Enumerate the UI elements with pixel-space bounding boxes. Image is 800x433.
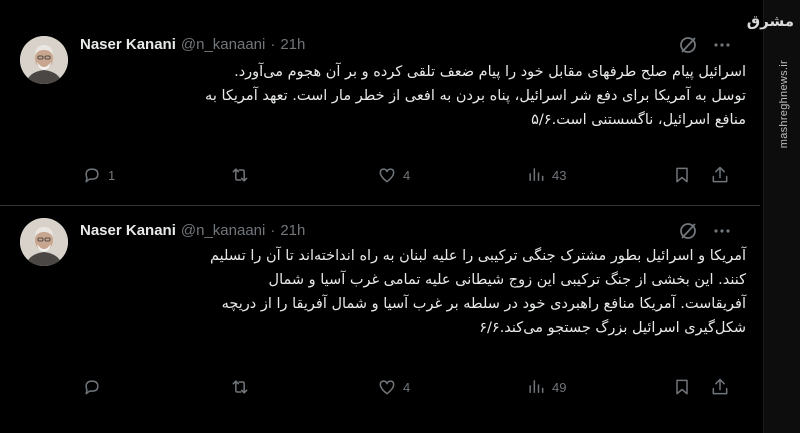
more-icon[interactable] bbox=[712, 35, 732, 59]
share-icon bbox=[712, 166, 728, 183]
tweet-line: کنند. این بخشی از جنگ ترکیبی این زوج شیط… bbox=[268, 272, 746, 288]
tweet-line: شکل‌گیری اسرائیل بزرگ جستجو می‌کند.۶/۶ bbox=[479, 320, 746, 336]
header-icons bbox=[678, 35, 732, 59]
bookmark-icon bbox=[676, 167, 688, 183]
author-name[interactable]: Naser Kanani bbox=[80, 36, 176, 53]
header-icons bbox=[678, 221, 732, 245]
separator: · bbox=[270, 221, 276, 239]
heart-icon bbox=[379, 168, 395, 183]
tweet-text: اسرائیل پیام صلح طرفهای مقابل خود را پیا… bbox=[80, 60, 746, 132]
watermark-logo: مشرق bbox=[746, 12, 794, 30]
watermark-url: mashreghnews.ir bbox=[778, 60, 790, 149]
views-icon bbox=[529, 168, 544, 181]
like-button[interactable]: 4 bbox=[377, 165, 410, 185]
separator: · bbox=[270, 35, 276, 53]
watermark-strip: مشرق mashreghnews.ir bbox=[746, 0, 800, 433]
tweet-line: آفریقاست. آمریکا منافع راهبردی خود در سل… bbox=[221, 296, 746, 312]
tweet-header: Naser Kanani @n_kanaani · 21h bbox=[80, 220, 305, 240]
tweet-time[interactable]: 21h bbox=[280, 36, 305, 53]
tweet-line: اسرائیل پیام صلح طرفهای مقابل خود را پیا… bbox=[234, 64, 746, 80]
share-icon bbox=[712, 378, 728, 395]
tweet[interactable]: Naser Kanani @n_kanaani · 21h آمریکا و ا… bbox=[0, 206, 760, 433]
share-button[interactable] bbox=[710, 165, 730, 185]
author-handle[interactable]: @n_kanaani bbox=[181, 36, 265, 53]
bookmark-button[interactable] bbox=[672, 377, 692, 397]
share-button[interactable] bbox=[710, 377, 730, 397]
like-count: 4 bbox=[403, 379, 411, 395]
tweet-line: آمریکا و اسرائیل بطور مشترک جنگی ترکیبی … bbox=[209, 248, 746, 264]
author-name[interactable]: Naser Kanani bbox=[80, 222, 176, 239]
author-handle[interactable]: @n_kanaani bbox=[181, 222, 265, 239]
bookmark-icon bbox=[676, 379, 688, 395]
heart-icon bbox=[379, 380, 395, 395]
reply-icon bbox=[85, 380, 99, 395]
views-count: 43 bbox=[552, 167, 567, 183]
avatar[interactable] bbox=[20, 218, 68, 266]
grok-icon[interactable] bbox=[678, 221, 698, 245]
tweet-actions: 1 4 43 bbox=[80, 165, 740, 189]
views-icon bbox=[529, 380, 544, 393]
like-button[interactable]: 4 bbox=[377, 377, 410, 397]
bookmark-button[interactable] bbox=[672, 165, 692, 185]
reply-count: 1 bbox=[108, 167, 116, 183]
retweet-icon bbox=[232, 380, 248, 394]
views-button[interactable]: 43 bbox=[526, 165, 566, 185]
tweet-text: آمریکا و اسرائیل بطور مشترک جنگی ترکیبی … bbox=[80, 244, 746, 340]
grok-icon[interactable] bbox=[678, 35, 698, 59]
retweet-button[interactable] bbox=[230, 165, 256, 185]
reply-button[interactable]: 1 bbox=[82, 165, 115, 185]
retweet-button[interactable] bbox=[230, 377, 256, 397]
more-icon[interactable] bbox=[712, 221, 732, 245]
reply-button[interactable] bbox=[82, 377, 108, 397]
tweet-line: توسل به آمریکا برای دفع شر اسرائیل، پناه… bbox=[205, 88, 746, 104]
tweet-header: Naser Kanani @n_kanaani · 21h bbox=[80, 34, 305, 54]
tweet-time[interactable]: 21h bbox=[280, 222, 305, 239]
tweet-actions: 4 49 bbox=[80, 377, 740, 401]
reply-icon bbox=[85, 168, 99, 183]
like-count: 4 bbox=[403, 167, 411, 183]
views-button[interactable]: 49 bbox=[526, 377, 566, 397]
retweet-icon bbox=[232, 168, 248, 182]
avatar[interactable] bbox=[20, 36, 68, 84]
tweet-line: منافع اسرائیل، ناگسستنی است.۵/۶ bbox=[531, 112, 746, 128]
views-count: 49 bbox=[552, 379, 567, 395]
tweet[interactable]: Naser Kanani @n_kanaani · 21h اسرائیل پی… bbox=[0, 0, 760, 200]
